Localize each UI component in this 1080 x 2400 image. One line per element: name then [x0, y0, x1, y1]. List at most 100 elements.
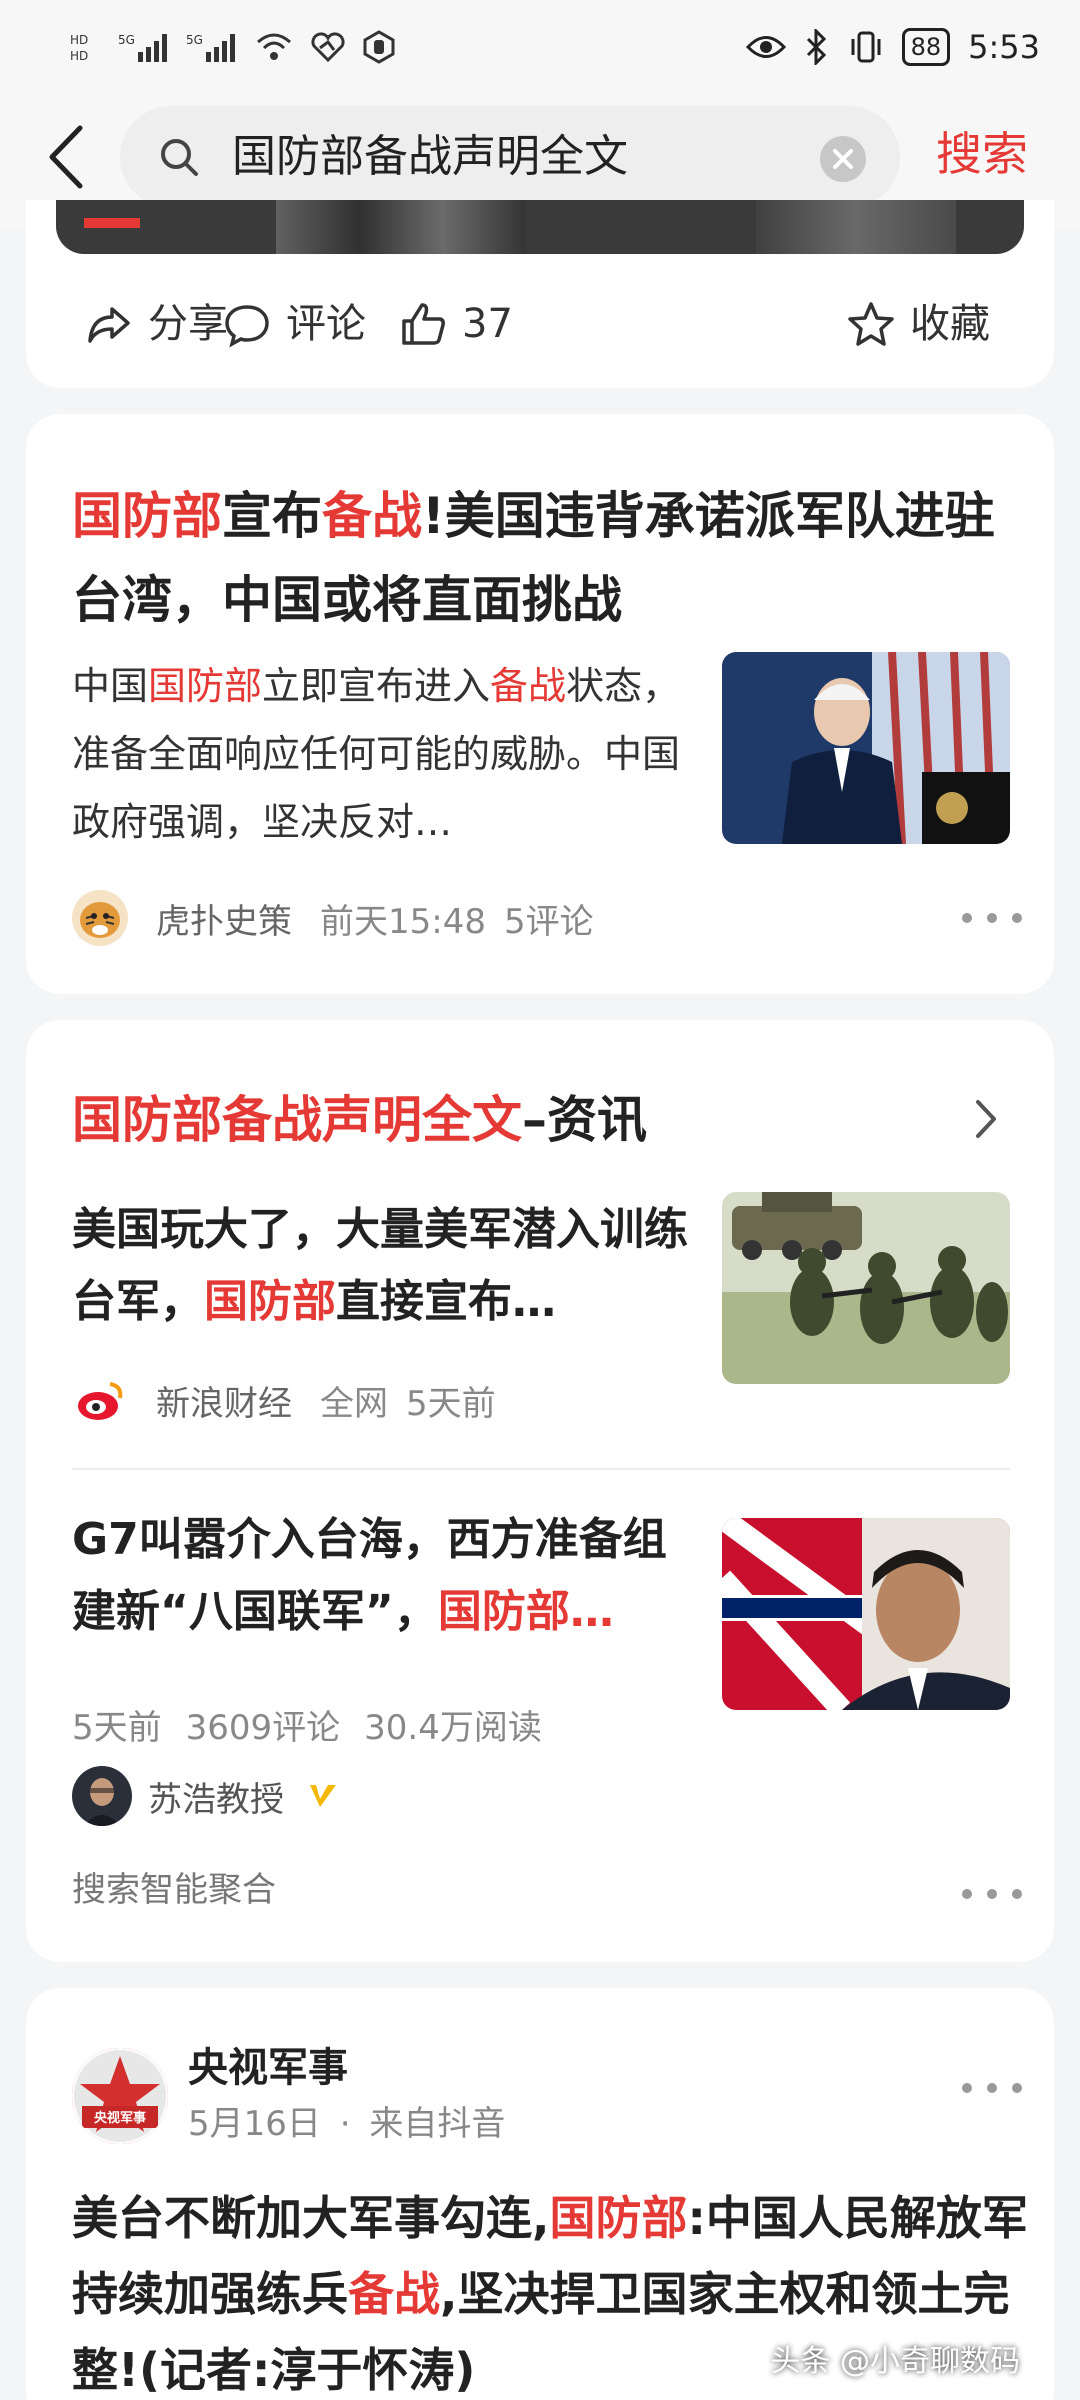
highlighted-keyword: 国防部… [437, 1586, 614, 1637]
publish-time: 5天前 [72, 1708, 162, 1748]
svg-text:5G: 5G [186, 33, 203, 47]
signal-5g-icon: 5G [118, 33, 167, 62]
chevron-right-icon[interactable] [966, 1094, 1006, 1144]
highlighted-keyword: 备战 [322, 487, 422, 545]
comment-count: 5评论 [503, 901, 594, 942]
video-thumbnail[interactable] [56, 200, 1024, 254]
comment-icon [225, 305, 269, 348]
signal-5g-icon: 5G [186, 33, 235, 62]
source-scope: 全网 [320, 1383, 388, 1424]
svg-text:HD: HD [70, 33, 88, 47]
highlighted-keyword: 国防部 [148, 664, 263, 708]
article-snippet: 中国国防部立即宣布进入备战状态，准备全面响应任何可能的威胁。中国政府强调，坚决反… [72, 652, 692, 856]
comment-count: 3609评论 [185, 1708, 341, 1748]
highlighted-keyword: 备战 [490, 664, 567, 708]
news-item-meta: 新浪财经 全网 5天前 [72, 1372, 496, 1428]
status-time: 5:53 [968, 28, 1040, 66]
thumbs-up-icon [402, 303, 445, 345]
smart-aggregation-label: 搜索智能聚合 [72, 1870, 276, 1910]
source-name[interactable]: 虎扑史策 [156, 894, 292, 943]
collect-label: 收藏 [910, 301, 990, 347]
bluetooth-icon [806, 29, 826, 65]
search-icon [161, 139, 198, 176]
source-avatar[interactable] [72, 890, 128, 946]
post-date: 5月16日 [188, 2104, 321, 2144]
action-bar: 分享 评论 37 收藏 [26, 294, 1054, 354]
search-submit-button[interactable]: 搜索 [936, 124, 1028, 184]
news-item-thumbnail[interactable] [722, 1192, 1010, 1384]
logo-text: 央视军事 [94, 2110, 146, 2126]
svg-text:5G: 5G [118, 33, 135, 47]
author-name[interactable]: 苏浩教授 [148, 1772, 284, 1821]
text-segment: 中国 [72, 664, 149, 708]
text-segment: 立即宣布进入 [262, 664, 491, 708]
hd-icon: HD HD [70, 33, 88, 63]
highlighted-keyword: 国防部 [204, 1276, 336, 1327]
share-label: 分享 [148, 301, 228, 347]
author-avatar[interactable] [72, 1766, 132, 1826]
highlighted-keyword: 国防部 [72, 487, 222, 545]
eye-icon [745, 36, 786, 58]
status-left-icons: HD HD 5G 5G [70, 30, 396, 64]
collect-button[interactable]: 收藏 [846, 294, 990, 354]
text-segment: 直接宣布… [336, 1276, 556, 1327]
status-right-icons: 88 5:53 [745, 28, 1040, 66]
sina-logo-icon[interactable] [72, 1372, 128, 1428]
article-title[interactable]: 国防部宣布备战!美国违背承诺派军队进驻台湾，中国或将直面挑战 [72, 474, 1032, 642]
meta-separator: · [339, 2104, 351, 2144]
publish-time: 前天15:48 [320, 901, 486, 942]
more-options-button[interactable] [962, 1884, 1022, 1904]
hand-icon [363, 30, 395, 64]
close-icon [833, 149, 853, 169]
article-meta: 虎扑史策 前天15:48 5评论 [72, 890, 594, 946]
publish-time: 5天前 [406, 1383, 496, 1424]
text-segment: 美台不断加大军事勾连, [72, 2191, 550, 2245]
svg-text:HD: HD [70, 49, 88, 63]
article-thumbnail[interactable] [722, 652, 1010, 844]
soldiers-photo [722, 1192, 1010, 1384]
channel-name[interactable]: 央视军事 [188, 2040, 348, 2096]
news-item-thumbnail[interactable] [722, 1518, 1010, 1710]
star-icon [848, 302, 894, 346]
aggregation-heading-suffix: –资讯 [522, 1091, 647, 1149]
search-query[interactable]: 国防部备战声明全文 [232, 128, 628, 186]
heart-icon [311, 32, 345, 63]
comment-label: 评论 [286, 301, 366, 347]
highlighted-keyword: 备战 [348, 2267, 440, 2321]
status-bar: HD HD 5G 5G 88 5:53 [0, 0, 1080, 100]
news-item-title[interactable]: 美国玩大了，大量美军潜入训练台军，国防部直接宣布… [72, 1194, 692, 1338]
verified-badge-icon [310, 1785, 336, 1807]
post-origin: 来自抖音 [369, 2104, 506, 2144]
news-item-stats: 5天前 3609评论 30.4万阅读 [72, 1700, 542, 1749]
previous-result-card: 分享 评论 37 收藏 [26, 200, 1054, 388]
cctv-military-logo[interactable]: 央视军事 [72, 2048, 168, 2144]
more-options-button[interactable] [962, 908, 1022, 928]
text-segment: 宣布 [222, 487, 322, 545]
search-input[interactable]: 国防部备战声明全文 [120, 106, 900, 208]
more-options-button[interactable] [962, 2078, 1022, 2098]
like-button[interactable]: 37 [398, 294, 513, 354]
politician-photo [722, 1518, 1010, 1710]
article-result-card[interactable]: 国防部宣布备战!美国违背承诺派军队进驻台湾，中国或将直面挑战 中国国防部立即宣布… [26, 414, 1054, 994]
vibrate-icon [851, 31, 881, 63]
read-count: 30.4万阅读 [364, 1708, 542, 1748]
share-icon [88, 307, 130, 343]
battery-level: 88 [901, 28, 951, 66]
clear-search-button[interactable] [820, 136, 866, 182]
wifi-icon [257, 33, 291, 60]
news-item-title[interactable]: G7叫嚣介入台海，西方准备组建新“八国联军”，国防部… [72, 1504, 692, 1648]
source-name[interactable]: 新浪财经 [156, 1376, 292, 1425]
divider [72, 1468, 1010, 1470]
post-meta: 5月16日 · 来自抖音 [188, 2100, 505, 2148]
aggregation-heading-query: 国防部备战声明全文 [72, 1091, 522, 1149]
like-count: 37 [462, 301, 513, 347]
news-aggregation-card: 国防部备战声明全文–资讯 美国玩大了，大量美军潜入训练台军，国防部直接宣布… 新… [26, 1020, 1054, 1962]
comment-button[interactable]: 评论 [222, 294, 366, 354]
aggregation-heading[interactable]: 国防部备战声明全文–资讯 [72, 1080, 647, 1160]
back-arrow-icon[interactable] [40, 122, 96, 192]
watermark: 头条 @小奇聊数码 [770, 2344, 1020, 2379]
highlighted-keyword: 国防部 [549, 2191, 688, 2245]
news-item-author: 苏浩教授 [72, 1766, 340, 1826]
share-button[interactable]: 分享 [84, 294, 228, 354]
speaker-photo [722, 652, 1010, 844]
